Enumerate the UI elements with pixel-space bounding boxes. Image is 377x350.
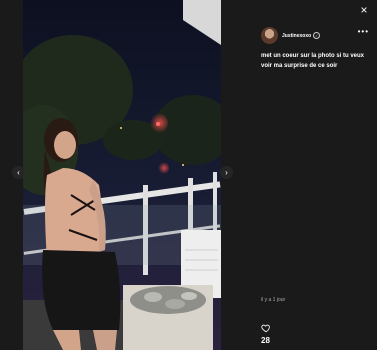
avatar[interactable]	[261, 27, 278, 44]
previous-photo-button[interactable]: ‹	[12, 166, 25, 179]
post-timestamp: il y a 1 jour	[261, 297, 286, 303]
post-details-panel: Justinexoxo ✓ ••• met un coeur sur la ph…	[253, 18, 371, 350]
heart-icon	[261, 324, 270, 333]
post-caption: met un coeur sur la photo si tu veux voi…	[261, 53, 365, 69]
chevron-right-icon: ›	[225, 168, 228, 177]
verified-icon: ✓	[313, 32, 321, 39]
post-author[interactable]: Justinexoxo ✓	[261, 27, 321, 44]
author-name[interactable]: Justinexoxo	[282, 33, 311, 39]
close-button[interactable]: ×	[357, 3, 371, 17]
chevron-left-icon: ‹	[17, 168, 20, 177]
post-photo	[23, 0, 221, 350]
close-icon: ×	[360, 3, 368, 17]
like-count: 28	[261, 336, 270, 345]
next-photo-button[interactable]: ›	[220, 166, 233, 179]
like-button[interactable]	[261, 320, 271, 333]
more-options-icon[interactable]: •••	[358, 27, 369, 36]
photo-viewer[interactable]	[23, 0, 221, 350]
